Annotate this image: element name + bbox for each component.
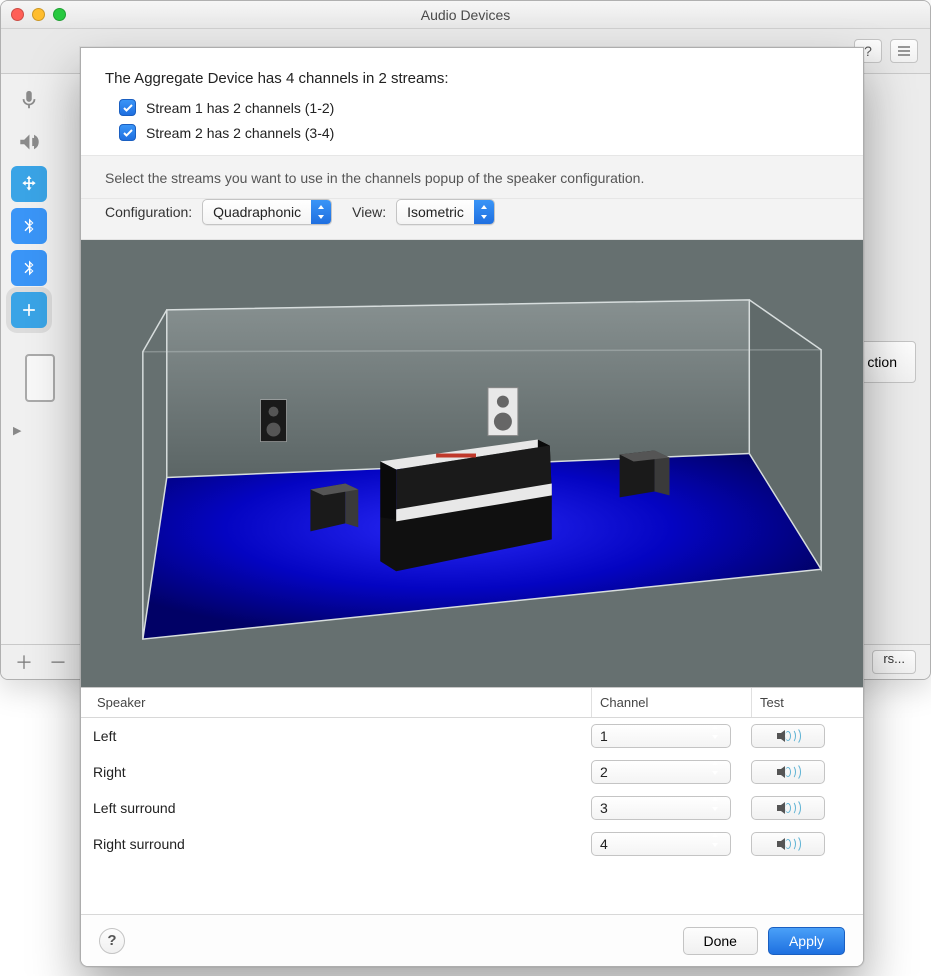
speaker-left-icon [261, 400, 287, 442]
device-sidebar: ▶ [1, 74, 91, 644]
configuration-controls: Configuration: Quadraphonic View: Isomet… [81, 199, 863, 240]
popup-arrows-icon [710, 725, 730, 747]
apply-button[interactable]: Apply [768, 927, 845, 955]
view-popup[interactable]: Isometric [396, 199, 495, 225]
speaker-configuration-sheet: The Aggregate Device has 4 channels in 2… [80, 47, 864, 967]
usb-device-icon[interactable] [11, 166, 47, 202]
speaker-row: Left 1 [81, 718, 863, 754]
bluetooth-device-icon[interactable] [11, 208, 47, 244]
bluetooth-device-icon[interactable] [11, 250, 47, 286]
stream-row: Stream 2 has 2 channels (3-4) [119, 124, 839, 141]
speaker-channel-table: Speaker Channel Test Left 1 Right 2 Left sur… [81, 688, 863, 914]
iphone-device-icon[interactable] [25, 354, 55, 402]
column-test[interactable]: Test [751, 688, 851, 717]
popup-arrows-icon [311, 200, 331, 224]
speaker-right-surround-icon [620, 451, 670, 498]
speaker-right-icon [488, 388, 518, 436]
channel-select[interactable]: 3 [591, 796, 731, 820]
speaker-name: Left [93, 728, 591, 744]
minimize-window-button[interactable] [32, 8, 45, 21]
zoom-window-button[interactable] [53, 8, 66, 21]
close-window-button[interactable] [11, 8, 24, 21]
channel-value: 4 [600, 836, 608, 852]
speaker-row: Right 2 [81, 754, 863, 790]
channel-select[interactable]: 2 [591, 760, 731, 784]
column-speaker[interactable]: Speaker [93, 688, 591, 717]
channel-select[interactable]: 4 [591, 832, 731, 856]
popup-arrows-icon [710, 833, 730, 855]
sheet-heading: The Aggregate Device has 4 channels in 2… [105, 70, 839, 87]
speaker-name: Left surround [93, 800, 591, 816]
test-speaker-button[interactable] [751, 796, 825, 820]
configuration-label: Configuration: [105, 204, 192, 220]
sound-icon [777, 800, 799, 816]
column-channel[interactable]: Channel [591, 688, 751, 717]
expand-caret-icon[interactable]: ▶ [13, 424, 21, 437]
stream-hint-text: Select the streams you want to use in th… [81, 155, 863, 199]
stream-checkbox[interactable] [119, 99, 136, 116]
channel-value: 2 [600, 764, 608, 780]
speaker-icon[interactable] [11, 124, 47, 160]
test-speaker-button[interactable] [751, 832, 825, 856]
stream-list: Stream 1 has 2 channels (1-2) Stream 2 ha… [105, 99, 839, 141]
sound-icon [777, 764, 799, 780]
stream-row: Stream 1 has 2 channels (1-2) [119, 99, 839, 116]
microphone-icon[interactable] [11, 82, 47, 118]
popup-arrows-icon [710, 761, 730, 783]
window-controls [11, 8, 66, 21]
channel-select[interactable]: 1 [591, 724, 731, 748]
help-button[interactable]: ? [99, 928, 125, 954]
add-device-button[interactable]: ＋ [15, 649, 33, 675]
sound-icon [777, 836, 799, 852]
popup-arrows-icon [474, 200, 494, 224]
stream-label: Stream 2 has 2 channels (3-4) [146, 125, 334, 141]
aggregate-device-icon[interactable] [11, 292, 47, 328]
speaker-name: Right [93, 764, 591, 780]
sound-icon [777, 728, 799, 744]
test-speaker-button[interactable] [751, 724, 825, 748]
test-speaker-button[interactable] [751, 760, 825, 784]
channel-value: 3 [600, 800, 608, 816]
window-title: Audio Devices [421, 7, 511, 23]
stream-checkbox[interactable] [119, 124, 136, 141]
speaker-name: Right surround [93, 836, 591, 852]
configuration-popup[interactable]: Quadraphonic [202, 199, 332, 225]
obscured-footer-button: rs... [872, 650, 916, 674]
list-view-button[interactable] [890, 39, 918, 63]
popup-arrows-icon [710, 797, 730, 819]
titlebar: Audio Devices [1, 1, 930, 29]
sheet-footer: ? Done Apply [81, 914, 863, 966]
speaker-left-surround-icon [310, 483, 358, 531]
view-label: View: [352, 204, 386, 220]
speaker-row: Left surround 3 [81, 790, 863, 826]
channel-value: 1 [600, 728, 608, 744]
remove-device-button[interactable]: － [49, 649, 67, 675]
speaker-row: Right surround 4 [81, 826, 863, 862]
speaker-layout-viewport[interactable] [81, 240, 863, 688]
stream-label: Stream 1 has 2 channels (1-2) [146, 100, 334, 116]
done-button[interactable]: Done [683, 927, 758, 955]
